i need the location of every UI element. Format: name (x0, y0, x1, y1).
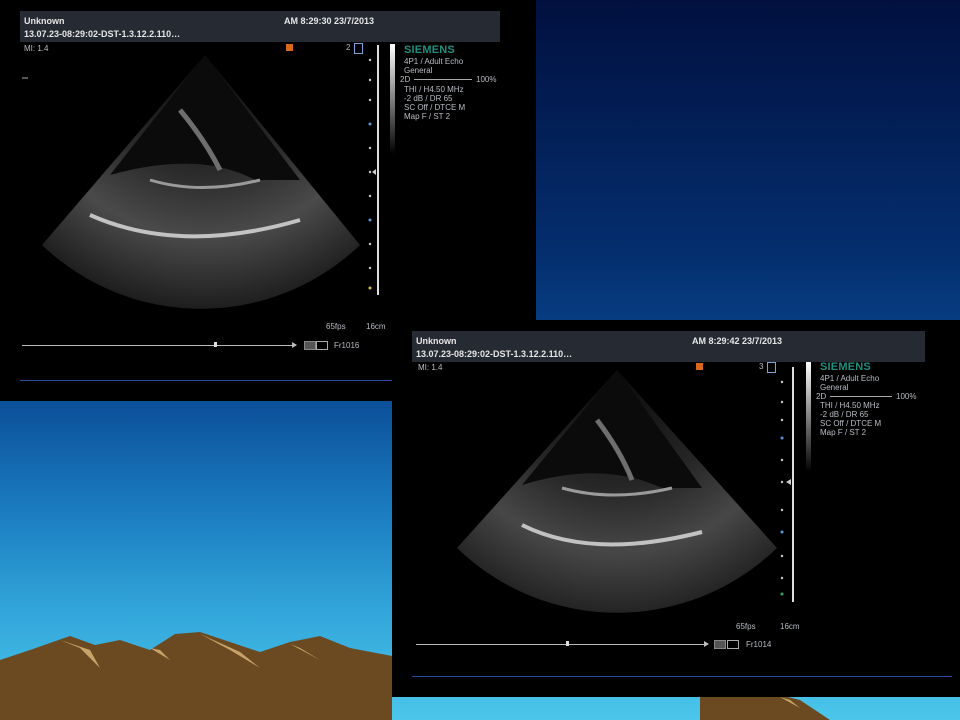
sc-info: SC Off / DTCE M (404, 103, 466, 112)
thi-info: THI / H4.50 MHz (404, 85, 464, 94)
frame-rate: 65fps (326, 322, 346, 331)
cine-box-icon (714, 640, 726, 649)
grayscale-bar (390, 44, 395, 154)
frame-number: Fr1014 (746, 640, 772, 649)
zoom-level: 100% (896, 392, 917, 401)
depth-scale (780, 367, 794, 602)
preset-info: General (820, 383, 849, 392)
ultrasound-image-2: Unknown AM 8:29:42 23/7/2013 13.07.23-08… (392, 320, 960, 697)
thi-info: THI / H4.50 MHz (820, 401, 880, 410)
grayscale-bar (806, 362, 811, 472)
cine-forward-icon[interactable] (727, 640, 739, 649)
mode-label: 2D (400, 75, 411, 84)
map-info: Map F / ST 2 (820, 428, 867, 437)
cine-timeline[interactable] (416, 644, 708, 645)
cine-end-icon (292, 342, 297, 348)
cine-marker[interactable] (214, 342, 217, 347)
depth-scale (368, 45, 379, 295)
map-info: Map F / ST 2 (404, 112, 451, 121)
preset-info: General (404, 66, 433, 75)
cine-marker[interactable] (566, 641, 569, 646)
mode-line (414, 79, 472, 80)
cine-timeline[interactable] (22, 345, 296, 346)
mode-line (830, 396, 892, 397)
frame-number: Fr1016 (334, 341, 360, 350)
cine-end-icon (704, 641, 709, 647)
probe-info: 4P1 / Adult Echo (404, 57, 464, 66)
mode-label: 2D (816, 392, 827, 401)
bottom-line (412, 676, 952, 677)
brand-logo: SIEMENS (404, 44, 455, 56)
cine-forward-icon[interactable] (316, 341, 328, 350)
probe-info: 4P1 / Adult Echo (820, 374, 880, 383)
sc-info: SC Off / DTCE M (820, 419, 882, 428)
brand-logo: SIEMENS (820, 361, 871, 373)
frame-rate: 65fps (736, 622, 756, 631)
gain-info: -2 dB / DR 65 (404, 94, 453, 103)
depth-value: 16cm (780, 622, 800, 631)
depth-value: 16cm (366, 322, 386, 331)
cine-box-icon (304, 341, 316, 350)
zoom-level: 100% (476, 75, 497, 84)
gain-info: -2 dB / DR 65 (820, 410, 869, 419)
